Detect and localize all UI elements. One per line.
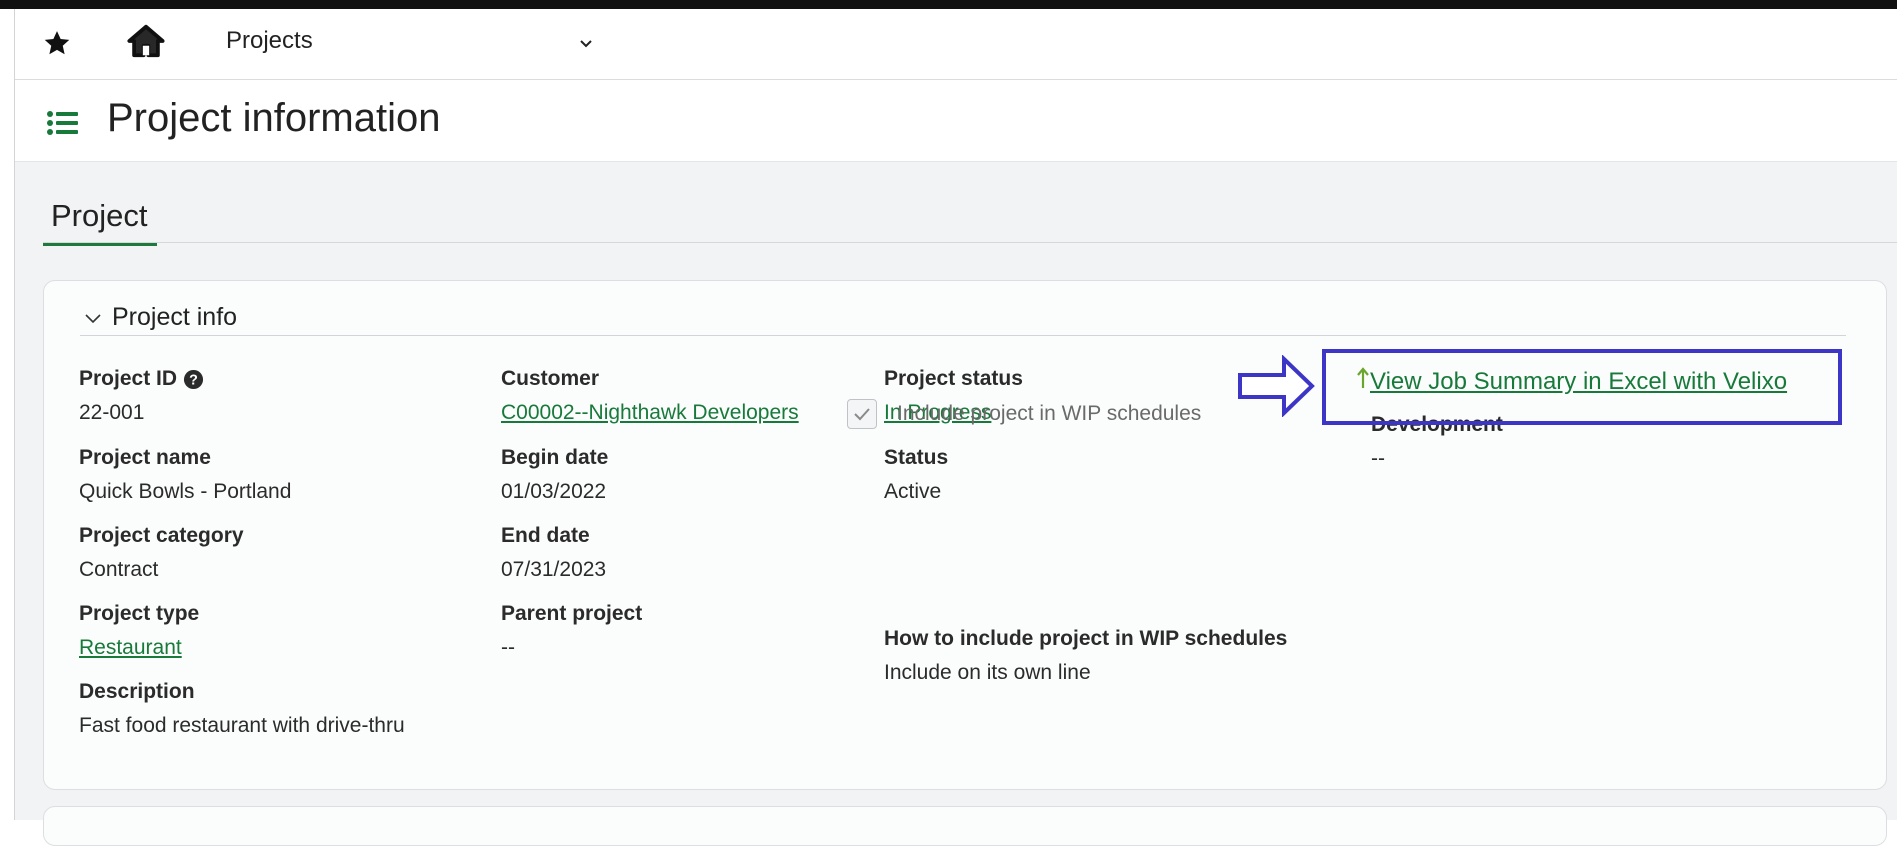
field-label: How to include project in WIP schedules	[884, 627, 1288, 650]
field-label: Status	[884, 446, 949, 469]
help-icon[interactable]: ?	[183, 369, 204, 390]
field-label: Begin date	[501, 446, 609, 469]
velixo-job-summary-link[interactable]: View Job Summary in Excel with Velixo	[1356, 366, 1787, 397]
field-label: Description	[79, 680, 195, 703]
home-icon[interactable]	[127, 22, 165, 60]
field-value: --	[501, 636, 515, 659]
page-header: Project information	[15, 80, 1897, 162]
field-wip-how: How to include project in WIP schedules …	[884, 627, 1287, 685]
section-header[interactable]: Project info	[82, 303, 237, 332]
left-edge	[0, 9, 15, 820]
field-project-type: Project type Restaurant	[79, 602, 199, 660]
up-arrow-icon	[1356, 366, 1370, 397]
tab-project[interactable]: Project	[43, 198, 158, 246]
field-value: Quick Bowls - Portland	[79, 480, 292, 503]
field-project-name: Project name Quick Bowls - Portland	[79, 446, 291, 504]
svg-text:?: ?	[189, 372, 198, 388]
field-value: 07/31/2023	[501, 558, 607, 581]
field-label: End date	[501, 524, 590, 547]
chevron-down-icon[interactable]	[577, 35, 595, 53]
field-project-category: Project category Contract	[79, 524, 244, 582]
field-begin-date: Begin date 01/03/2022	[501, 446, 608, 504]
tab-divider	[43, 242, 1897, 243]
list-icon[interactable]	[46, 108, 80, 138]
field-label: Project type	[79, 602, 200, 625]
module-selector-label[interactable]: Projects	[226, 27, 313, 55]
field-value: 01/03/2022	[501, 480, 607, 503]
field-value: 22-001	[79, 401, 145, 424]
field-description: Description Fast food restaurant with dr…	[79, 680, 405, 738]
field-value: --	[1371, 447, 1385, 470]
page-title: Project information	[107, 96, 441, 140]
section-divider	[80, 335, 1846, 336]
field-parent-project: Parent project --	[501, 602, 642, 660]
window-top-bar	[0, 0, 1897, 9]
field-value: Fast food restaurant with drive-thru	[79, 714, 405, 737]
top-nav: Projects	[15, 9, 1897, 80]
field-label: Project name	[79, 446, 211, 469]
field-label: Project status	[884, 367, 1023, 390]
field-label: Customer	[501, 367, 600, 390]
wip-include-label: Include project in WIP schedules	[897, 402, 1202, 425]
wip-include-checkbox-row: Include project in WIP schedules	[847, 399, 1201, 429]
field-label: Project category	[79, 524, 244, 547]
section-title: Project info	[112, 303, 238, 331]
customer-link[interactable]: C00002--Nighthawk Developers	[501, 401, 799, 425]
next-section-card	[43, 806, 1887, 846]
velixo-link-label: View Job Summary in Excel with Velixo	[1370, 367, 1788, 395]
field-value: Include on its own line	[884, 661, 1091, 684]
star-icon[interactable]	[42, 28, 72, 58]
field-value: Contract	[79, 558, 159, 581]
field-end-date: End date 07/31/2023	[501, 524, 606, 582]
field-customer: Customer C00002--Nighthawk Developers	[501, 367, 799, 425]
field-label: Project ID	[79, 367, 178, 390]
chevron-down-icon[interactable]	[82, 307, 104, 329]
project-type-link[interactable]: Restaurant	[79, 636, 182, 660]
right-arrow-annotation-icon	[1236, 354, 1316, 418]
field-label: Parent project	[501, 602, 643, 625]
field-value: Active	[884, 480, 942, 503]
main-content: Project Project info Project ID ? 22-001…	[15, 162, 1897, 846]
wip-include-checkbox[interactable]	[847, 399, 877, 429]
field-status: Status Active	[884, 446, 948, 504]
field-project-id: Project ID ? 22-001	[79, 367, 204, 425]
